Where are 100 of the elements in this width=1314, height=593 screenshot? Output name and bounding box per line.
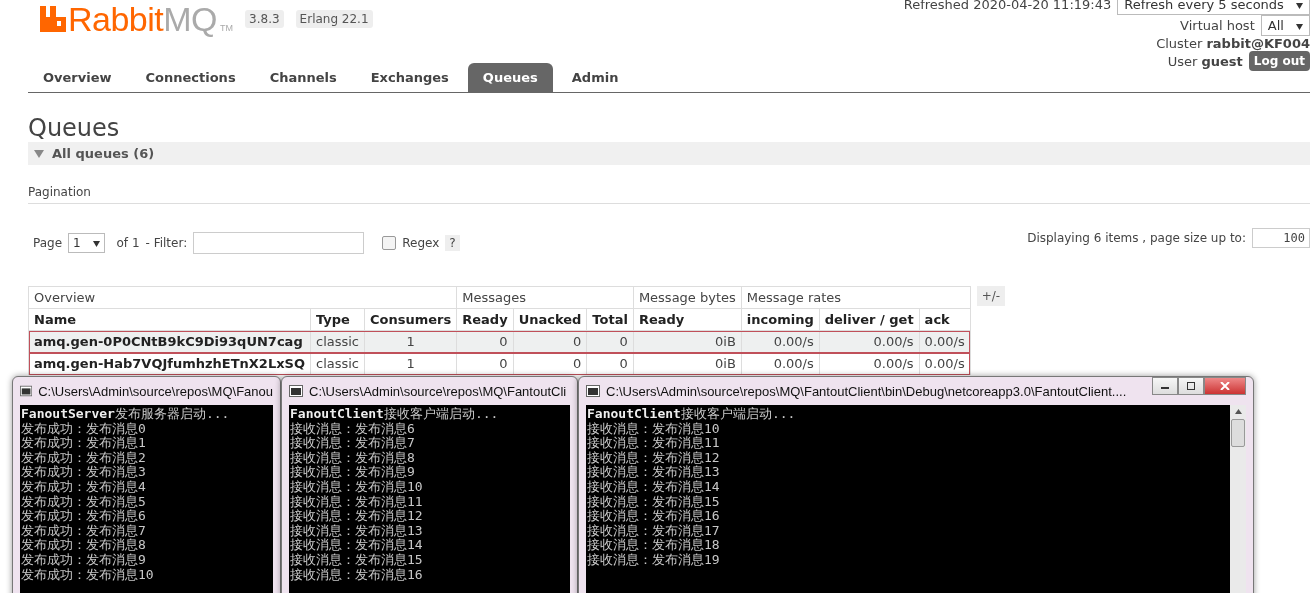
nav-tab[interactable]: Overview: [28, 63, 127, 92]
console-line: 接收消息：发布消息13: [587, 465, 721, 480]
console-line: 接收消息：发布消息10: [290, 479, 424, 495]
console-line: FanoutClient接收客户端启动...: [587, 407, 797, 422]
console-line: 接收消息：发布消息17: [587, 523, 721, 538]
nav-tab[interactable]: Connections: [130, 63, 251, 92]
regex-label: Regex: [402, 236, 440, 250]
console-line: 接收消息：发布消息15: [587, 494, 721, 509]
maximize-button[interactable]: [1178, 377, 1204, 395]
cluster-label: Cluster rabbit@KF004: [1156, 36, 1310, 51]
filter-input[interactable]: [193, 232, 365, 254]
console-icon: [289, 385, 303, 397]
section-toggle[interactable]: All queues (6): [28, 142, 1310, 165]
scrollbar-thumb[interactable]: [1231, 419, 1245, 447]
column-header: Unacked: [513, 308, 587, 331]
scroll-up-icon: [1234, 409, 1242, 414]
pagination-heading: Pagination: [28, 185, 1310, 204]
console-line: 接收消息：发布消息19: [587, 552, 721, 568]
displaying-label: Displaying 6 items , page size up to:: [1027, 231, 1246, 245]
column-header: ack: [919, 308, 971, 331]
erlang-badge: Erlang 22.1: [295, 10, 373, 28]
version-badge: 3.8.3: [245, 10, 284, 28]
nav-tab[interactable]: Queues: [467, 63, 553, 92]
column-header: Ready: [633, 308, 742, 331]
close-icon: [1220, 382, 1230, 390]
console-line: 接收消息：发布消息16: [290, 567, 424, 583]
window-title: C:\Users\Admin\source\repos\MQ\Fanou: [38, 383, 273, 399]
page-size-input[interactable]: 100: [1252, 228, 1310, 248]
console-line: 发布成功：发布消息2: [21, 450, 147, 465]
column-header: Ready: [456, 308, 514, 331]
console-line: 发布成功：发布消息7: [21, 523, 147, 538]
console-line: 接收消息：发布消息14: [587, 479, 721, 495]
console-line: 发布成功：发布消息0: [21, 421, 147, 436]
virtual-host-label: Virtual host: [1180, 18, 1255, 33]
console-line: 发布成功：发布消息9: [21, 552, 147, 568]
console-line: 发布成功：发布消息1: [21, 436, 147, 451]
page-count-label: of 1: [116, 236, 140, 250]
page-select[interactable]: 1: [68, 233, 105, 253]
console-line: 接收消息：发布消息14: [290, 538, 424, 553]
console-line: 接收消息：发布消息6: [290, 421, 416, 436]
console-line: 接收消息：发布消息13: [290, 523, 424, 538]
scrollbar[interactable]: [1230, 405, 1246, 593]
close-button[interactable]: [1204, 377, 1246, 395]
console-line: 接收消息：发布消息12: [290, 509, 424, 524]
column-header: Type: [310, 308, 365, 331]
console-line: 接收消息：发布消息15: [290, 552, 424, 568]
page-title: Queues: [28, 114, 121, 142]
console-line: 发布成功：发布消息4: [21, 479, 147, 495]
logo-text: RabbitMQ TM: [68, 2, 234, 36]
queue-name-cell[interactable]: amq.gen-Hab7VQJfumhzhETnX2LxSQ: [28, 352, 311, 375]
console-line: 发布成功：发布消息3: [21, 465, 147, 480]
column-header: Name: [28, 308, 311, 331]
help-button[interactable]: ?: [445, 235, 460, 251]
user-label: User guest: [1167, 53, 1243, 69]
console-line: 接收消息：发布消息16: [587, 509, 721, 524]
dropdown-arrow-icon: [92, 241, 100, 247]
console-icon: [20, 385, 33, 397]
column-group-header: Message rates: [741, 286, 971, 309]
console-line: 接收消息：发布消息18: [587, 538, 721, 553]
console-line: 发布成功：发布消息6: [21, 509, 147, 524]
console-line: 发布成功：发布消息10: [21, 567, 155, 583]
console-line: 接收消息：发布消息12: [587, 450, 721, 465]
nav-tab[interactable]: Exchanges: [355, 63, 464, 92]
caret-icon: [34, 149, 44, 158]
window-title: C:\Users\Admin\source\repos\MQ\FantoutClient\bin\Debug\netcoreapp3.0\FantoutClient....: [606, 383, 1127, 399]
regex-checkbox[interactable]: [382, 236, 397, 250]
console-line: 接收消息：发布消息11: [587, 436, 721, 451]
rabbit-logo-icon: [40, 6, 66, 32]
filter-label: - Filter:: [145, 236, 188, 250]
console-line: FanoutClient接收客户端启动...: [290, 407, 500, 422]
refreshed-label: Refreshed 2020-04-20 11:19:43: [903, 0, 1112, 12]
console-line: 接收消息：发布消息8: [290, 450, 416, 465]
nav-tab[interactable]: Admin: [556, 63, 634, 92]
column-header: deliver / get: [819, 308, 920, 331]
queue-name-cell[interactable]: amq.gen-0P0CNtB9kC9Di93qUN7cag: [28, 330, 311, 353]
column-group-header: Messages: [456, 286, 634, 309]
console-line: 接收消息：发布消息10: [587, 421, 721, 436]
refresh-select[interactable]: Refresh every 5 seconds: [1117, 0, 1310, 15]
column-group-header: Overview: [28, 286, 457, 309]
console-line: 发布成功：发布消息5: [21, 494, 147, 509]
console-line: FanoutServer发布服务器启动...: [21, 407, 231, 422]
console-line: 接收消息：发布消息11: [290, 494, 424, 509]
column-header: incoming: [741, 308, 820, 331]
page-label: Page: [33, 236, 63, 250]
virtual-host-select[interactable]: All: [1260, 15, 1310, 36]
console-line: 接收消息：发布消息7: [290, 436, 416, 451]
column-header: Total: [586, 308, 634, 331]
nav-tab[interactable]: Channels: [254, 63, 352, 92]
window-title: C:\Users\Admin\source\repos\MQ\FantoutCli: [309, 383, 567, 399]
console-line: 发布成功：发布消息8: [21, 538, 147, 553]
maximize-icon: [1186, 382, 1196, 390]
dropdown-arrow-icon: [1296, 24, 1303, 30]
console-line: 接收消息：发布消息9: [290, 465, 416, 480]
minimize-button[interactable]: [1152, 377, 1178, 395]
dropdown-arrow-icon: [1296, 3, 1303, 9]
columns-toggle-button[interactable]: +/-: [976, 286, 1006, 306]
logout-button[interactable]: Log out: [1248, 51, 1310, 71]
column-header: Consumers: [364, 308, 457, 331]
console-icon: [586, 385, 600, 397]
column-group-header: Message bytes: [633, 286, 742, 309]
